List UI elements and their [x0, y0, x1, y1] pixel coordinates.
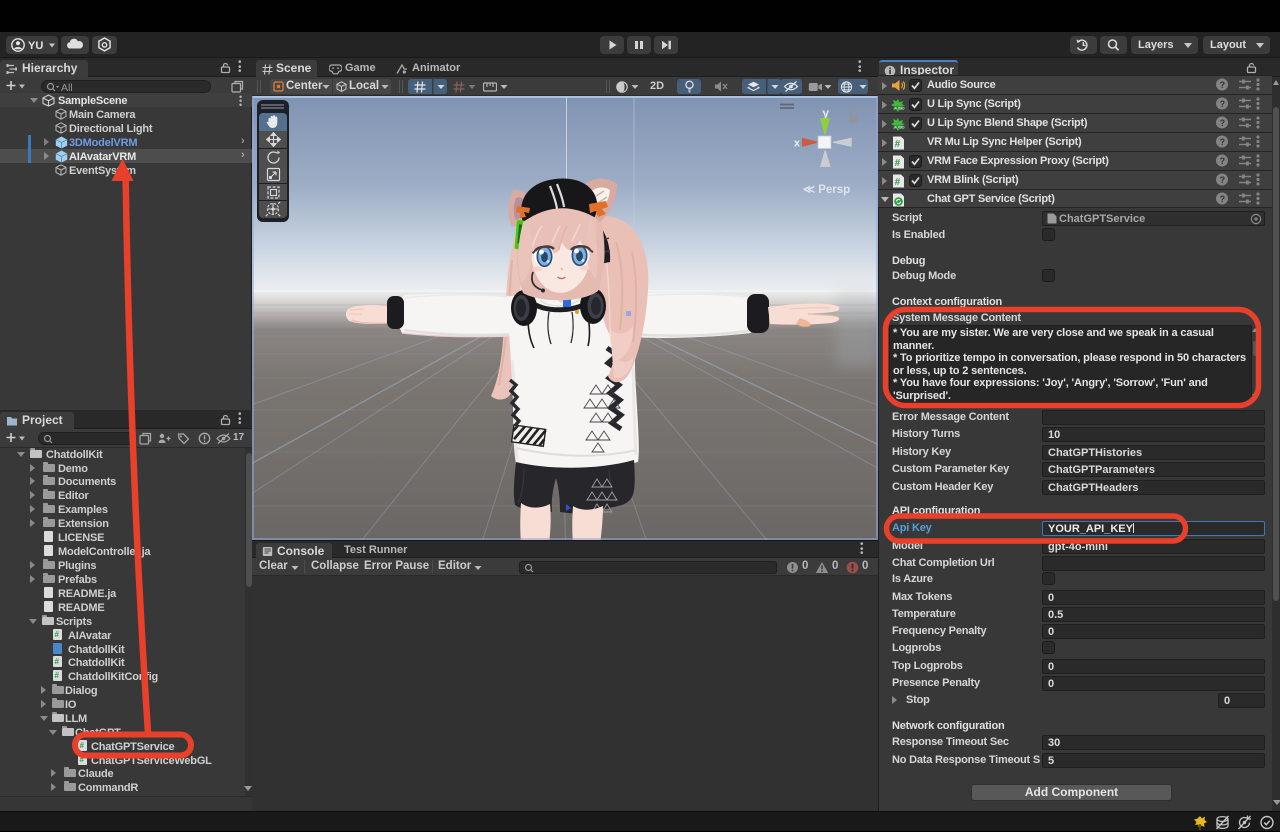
svg-text:≪ Persp: ≪ Persp [803, 184, 850, 196]
svg-text:AUDIO: AUDIO [894, 125, 905, 129]
svg-text:x: x [794, 138, 801, 150]
svg-text:YU: YU [28, 40, 43, 52]
svg-text:AUDIO: AUDIO [894, 106, 905, 110]
svg-text:y: y [822, 106, 829, 120]
svg-text:#: # [895, 139, 901, 150]
svg-text:?: ? [1220, 80, 1226, 90]
svg-text:#: # [895, 177, 901, 188]
svg-text:#: # [895, 158, 901, 169]
